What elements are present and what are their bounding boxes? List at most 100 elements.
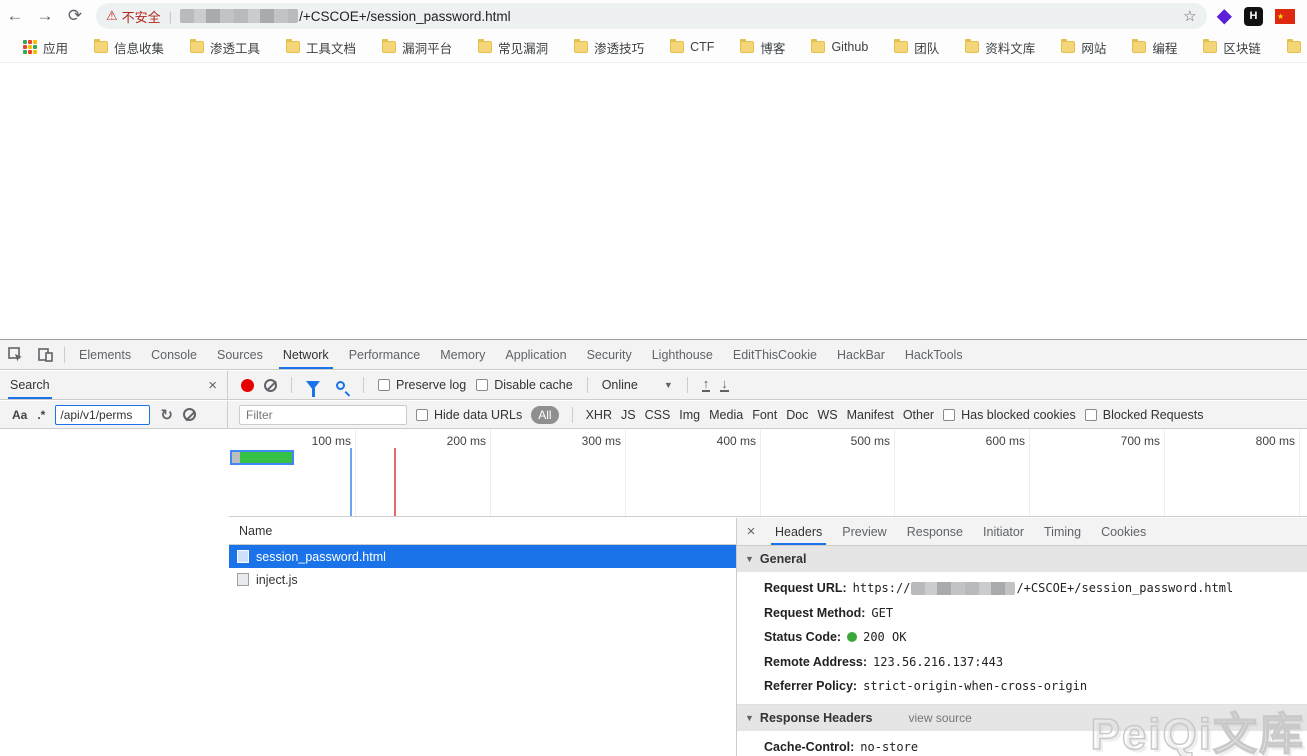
close-detail-icon[interactable]: × xyxy=(737,518,765,545)
tab-response[interactable]: Response xyxy=(897,518,973,545)
timeline-gridline: 300 ms xyxy=(491,430,626,516)
bookmark-folder[interactable]: 渗透技巧 xyxy=(561,38,657,57)
blocked-requests-checkbox[interactable]: Blocked Requests xyxy=(1085,408,1204,422)
filter-type-media[interactable]: Media xyxy=(709,408,743,422)
bookmark-folder[interactable]: 临时 xyxy=(1274,38,1307,57)
search-input[interactable] xyxy=(55,405,150,425)
has-blocked-cookies-checkbox[interactable]: Has blocked cookies xyxy=(943,408,1076,422)
tab-sources[interactable]: Sources xyxy=(207,340,273,369)
checkbox-icon[interactable] xyxy=(378,379,390,391)
flag-extension-icon[interactable]: ★ xyxy=(1275,9,1295,24)
address-bar[interactable]: ⚠ 不安全 | /+CSCOE+/session_password.html ☆ xyxy=(96,3,1207,29)
tab-timing[interactable]: Timing xyxy=(1034,518,1091,545)
filter-type-css[interactable]: CSS xyxy=(645,408,671,422)
tab-console[interactable]: Console xyxy=(141,340,207,369)
folder-icon xyxy=(811,41,825,53)
bookmark-star-icon[interactable]: ☆ xyxy=(1183,7,1196,25)
bookmark-folder[interactable]: 资料文库 xyxy=(952,38,1048,57)
bookmark-apps[interactable]: 应用 xyxy=(10,38,81,57)
request-row-inject-js[interactable]: inject.js xyxy=(229,568,736,591)
hackbar-extension-icon[interactable]: H xyxy=(1244,7,1263,26)
checkbox-icon[interactable] xyxy=(416,409,428,421)
filter-type-manifest[interactable]: Manifest xyxy=(847,408,894,422)
tab-application[interactable]: Application xyxy=(495,340,576,369)
timeline-tick-label: 600 ms xyxy=(986,434,1025,448)
tab-editthiscookie[interactable]: EditThisCookie xyxy=(723,340,827,369)
devtools-tab-bar: Elements Console Sources Network Perform… xyxy=(0,340,1307,370)
close-search-icon[interactable]: × xyxy=(208,377,217,394)
bookmark-folder[interactable]: 团队 xyxy=(881,38,952,57)
tab-hacktools[interactable]: HackTools xyxy=(895,340,973,369)
general-section-header[interactable]: ▼ General xyxy=(737,546,1307,572)
preserve-log-checkbox[interactable]: Preserve log xyxy=(378,378,466,392)
bookmark-folder[interactable]: 网站 xyxy=(1048,38,1119,57)
view-source-button[interactable]: view source xyxy=(908,711,971,725)
tab-initiator[interactable]: Initiator xyxy=(973,518,1034,545)
disable-cache-checkbox[interactable]: Disable cache xyxy=(476,378,573,392)
search-pane-title[interactable]: Search xyxy=(8,372,52,398)
request-row-session-password[interactable]: session_password.html xyxy=(229,545,736,568)
clear-requests-icon[interactable] xyxy=(264,379,277,392)
import-har-icon[interactable]: ↑ xyxy=(702,378,711,392)
filter-type-other[interactable]: Other xyxy=(903,408,934,422)
reload-icon[interactable]: ⟳ xyxy=(60,3,90,29)
filter-type-doc[interactable]: Doc xyxy=(786,408,808,422)
name-column-header[interactable]: Name xyxy=(229,518,736,545)
bookmark-folder[interactable]: 博客 xyxy=(727,38,798,57)
checkbox-icon[interactable] xyxy=(943,409,955,421)
forward-icon[interactable]: → xyxy=(30,3,60,29)
bookmark-folder[interactable]: 渗透工具 xyxy=(177,38,273,57)
response-headers-section-header[interactable]: ▼ Response Headers view source xyxy=(737,705,1307,731)
filter-type-font[interactable]: Font xyxy=(752,408,777,422)
header-row-request-method: Request Method: GET xyxy=(737,601,1307,626)
folder-icon xyxy=(286,41,300,53)
bookmark-folder[interactable]: 编程 xyxy=(1119,38,1190,57)
network-overview-timeline[interactable]: 100 ms 200 ms 300 ms 400 ms 500 ms 600 m… xyxy=(229,430,1307,517)
filter-type-js[interactable]: JS xyxy=(621,408,636,422)
filter-type-img[interactable]: Img xyxy=(679,408,700,422)
overview-waterfall-bar xyxy=(230,450,294,465)
export-har-icon[interactable]: ↓ xyxy=(720,378,729,392)
checkbox-icon[interactable] xyxy=(476,379,488,391)
clear-search-icon[interactable] xyxy=(183,408,196,421)
match-case-toggle[interactable]: Aa xyxy=(12,408,27,422)
tab-elements[interactable]: Elements xyxy=(69,340,141,369)
bookmark-folder[interactable]: 区块链 xyxy=(1190,38,1274,57)
tab-headers[interactable]: Headers xyxy=(765,518,832,545)
bookmark-folder[interactable]: 常见漏洞 xyxy=(465,38,561,57)
tab-performance[interactable]: Performance xyxy=(339,340,431,369)
refresh-search-icon[interactable]: ↻ xyxy=(160,406,173,424)
tab-hackbar[interactable]: HackBar xyxy=(827,340,895,369)
diamond-extension-icon[interactable]: ◆ xyxy=(1217,6,1232,26)
security-warning-icon[interactable]: ⚠ xyxy=(106,8,118,24)
tab-preview[interactable]: Preview xyxy=(832,518,896,545)
bookmark-folder[interactable]: 信息收集 xyxy=(81,38,177,57)
name-header-label: Name xyxy=(239,524,272,538)
bookmark-folder[interactable]: Github xyxy=(798,40,881,54)
tab-lighthouse[interactable]: Lighthouse xyxy=(642,340,723,369)
filter-type-xhr[interactable]: XHR xyxy=(586,408,612,422)
tab-cookies[interactable]: Cookies xyxy=(1091,518,1156,545)
filter-type-all[interactable]: All xyxy=(531,406,558,424)
filter-icon[interactable] xyxy=(306,381,320,390)
tab-network[interactable]: Network xyxy=(273,340,339,369)
hide-data-urls-checkbox[interactable]: Hide data URLs xyxy=(416,408,522,422)
timeline-gridline: 100 ms xyxy=(229,430,356,516)
record-button[interactable] xyxy=(241,379,254,392)
back-icon[interactable]: ← xyxy=(0,3,30,29)
address-url-text[interactable]: /+CSCOE+/session_password.html xyxy=(299,9,511,24)
security-warning-label[interactable]: 不安全 xyxy=(122,7,161,26)
bookmark-folder[interactable]: CTF xyxy=(657,40,727,54)
regex-toggle[interactable]: .* xyxy=(37,408,45,422)
throttling-dropdown[interactable]: Online▼ xyxy=(602,378,673,392)
search-icon[interactable] xyxy=(336,381,345,390)
filter-input[interactable] xyxy=(239,405,407,425)
tab-security[interactable]: Security xyxy=(577,340,642,369)
tab-memory[interactable]: Memory xyxy=(430,340,495,369)
bookmark-folder[interactable]: 漏洞平台 xyxy=(369,38,465,57)
checkbox-icon[interactable] xyxy=(1085,409,1097,421)
inspect-element-icon[interactable] xyxy=(0,340,30,369)
device-toolbar-icon[interactable] xyxy=(30,340,60,369)
bookmark-folder[interactable]: 工具文档 xyxy=(273,38,369,57)
filter-type-ws[interactable]: WS xyxy=(817,408,837,422)
